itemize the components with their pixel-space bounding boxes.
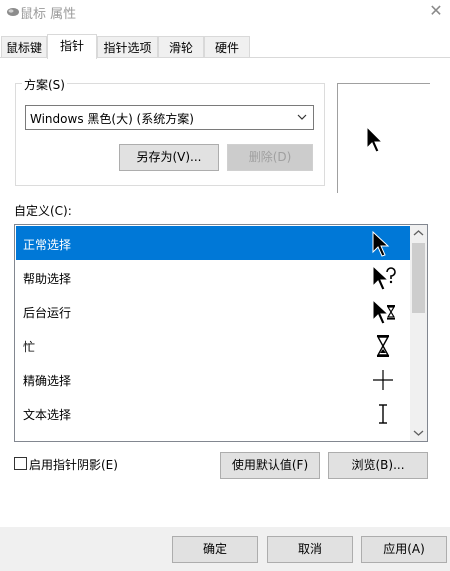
list-item[interactable]: 文本选择 <box>16 396 411 430</box>
scheme-group-label: 方案(S) <box>22 76 67 93</box>
customize-label: 自定义(C): <box>14 204 72 218</box>
close-icon[interactable]: ✕ <box>424 0 448 22</box>
title-bar: 鼠标 属性 ✕ <box>0 0 450 24</box>
list-item[interactable]: 精确选择 <box>16 362 411 396</box>
apply-button[interactable]: 应用(A) <box>361 536 447 563</box>
cursor-preview <box>337 83 430 193</box>
tab-buttons[interactable]: 鼠标键 <box>1 36 47 58</box>
pointer-shadow-checkbox[interactable] <box>14 457 27 470</box>
mouse-icon <box>7 8 19 16</box>
list-item[interactable]: 忙 <box>16 328 411 362</box>
ok-button[interactable]: 确定 <box>172 536 258 563</box>
arrow-cursor-icon <box>372 230 390 257</box>
tab-strip: 鼠标键 指针 指针选项 滑轮 硬件 <box>0 34 450 59</box>
window-title: 鼠标 属性 <box>20 7 77 22</box>
list-item[interactable]: 帮助选择 <box>16 260 411 294</box>
cancel-button[interactable]: 取消 <box>267 536 353 563</box>
text-beam-cursor-icon <box>379 404 387 424</box>
browse-button[interactable]: 浏览(B)... <box>328 452 428 479</box>
scheme-select[interactable]: Windows 黑色(大) (系统方案) <box>25 105 314 130</box>
crosshair-cursor-icon <box>373 370 393 390</box>
pointer-shadow-label: 启用指针阴影(E) <box>29 458 118 472</box>
tab-wheel[interactable]: 滑轮 <box>158 36 204 58</box>
list-scrollbar[interactable] <box>410 225 427 441</box>
save-as-button[interactable]: 另存为(V)... <box>119 144 219 171</box>
chevron-down-icon[interactable] <box>410 424 427 441</box>
scrollbar-thumb[interactable] <box>412 243 425 313</box>
arrow-cursor-icon <box>366 126 384 153</box>
delete-button[interactable]: 删除(D) <box>227 144 313 171</box>
scheme-select-value: Windows 黑色(大) (系统方案) <box>30 112 194 126</box>
list-item[interactable]: 正常选择 <box>16 226 411 260</box>
working-in-background-cursor-icon <box>372 298 396 325</box>
tab-hardware[interactable]: 硬件 <box>204 36 250 58</box>
help-cursor-icon <box>372 264 396 291</box>
cursor-list[interactable]: 正常选择 帮助选择 后台运行 忙 精确选择 文本选择 <box>14 224 428 442</box>
chevron-up-icon[interactable] <box>410 225 427 242</box>
busy-hourglass-cursor-icon <box>376 335 390 357</box>
chevron-down-icon <box>297 114 307 120</box>
tab-pointer-options[interactable]: 指针选项 <box>97 36 158 58</box>
tab-pointers[interactable]: 指针 <box>47 34 97 59</box>
list-item[interactable]: 后台运行 <box>16 294 411 328</box>
use-default-button[interactable]: 使用默认值(F) <box>220 452 320 479</box>
